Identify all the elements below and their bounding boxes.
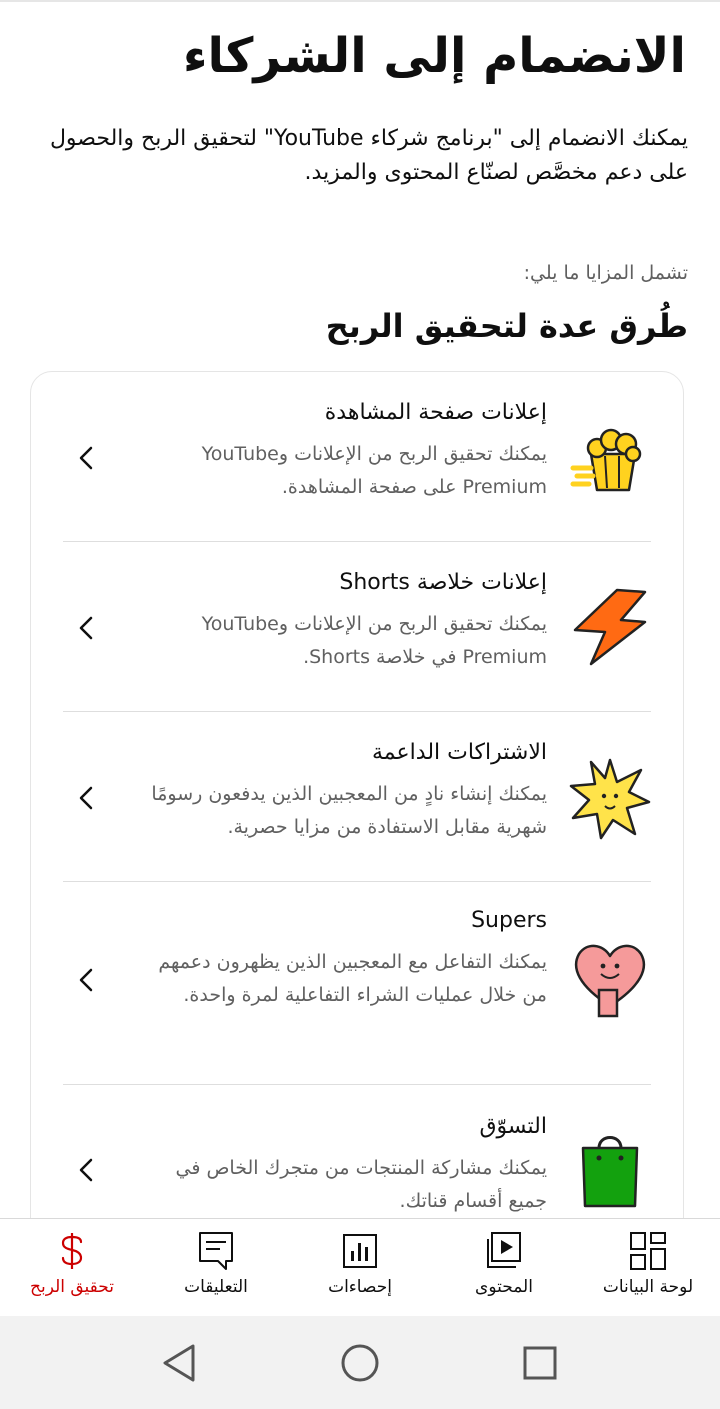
lightning-icon: [573, 588, 647, 666]
back-icon[interactable]: [159, 1342, 201, 1384]
chevron-left-icon: [79, 968, 93, 992]
item-description: يمكنك إنشاء نادٍ من المعجبين الذين يدفعو…: [151, 783, 547, 838]
heart-character-icon: [574, 944, 646, 1018]
chevron-left-icon: [79, 1158, 93, 1182]
chevron-left-icon: [79, 786, 93, 810]
item-description: يمكنك التفاعل مع المعجبين الذين يظهرون د…: [158, 951, 547, 1006]
list-item-shorts-ads[interactable]: إعلانات خلاصة Shorts يمكنك تحقيق الربح م…: [63, 564, 651, 712]
item-title: إعلانات صفحة المشاهدة: [324, 400, 547, 425]
item-description: يمكنك تحقيق الربح من الإعلانات وYouTube …: [201, 613, 547, 668]
nav-comments[interactable]: التعليقات: [144, 1219, 288, 1315]
nav-dashboard[interactable]: لوحة البيانات: [576, 1219, 720, 1315]
bottom-navigation: لوحة البيانات المحتوى إحصاءات التعليقات: [0, 1218, 720, 1316]
benefits-card: إعلانات صفحة المشاهدة يمكنك تحقيق الربح …: [30, 371, 684, 1251]
chevron-left-icon: [79, 446, 93, 470]
star-burst-icon: [569, 758, 651, 840]
content-icon: [487, 1232, 521, 1268]
list-item-watch-page-ads[interactable]: إعلانات صفحة المشاهدة يمكنك تحقيق الربح …: [63, 394, 651, 542]
item-title: إعلانات خلاصة Shorts: [339, 570, 547, 595]
section-title: طُرق عدة لتحقيق الربح: [325, 307, 688, 345]
chevron-left-icon: [79, 616, 93, 640]
nav-analytics[interactable]: إحصاءات: [288, 1219, 432, 1315]
divider: [63, 541, 651, 542]
list-item-supers[interactable]: Supers يمكنك التفاعل مع المعجبين الذين ي…: [63, 906, 651, 1082]
nav-content[interactable]: المحتوى: [432, 1219, 576, 1315]
recents-icon[interactable]: [519, 1342, 561, 1384]
nav-earn[interactable]: تحقيق الربح: [0, 1219, 144, 1315]
divider: [63, 1084, 651, 1085]
list-item-memberships[interactable]: الاشتراكات الداعمة يمكنك إنشاء نادٍ من ا…: [63, 734, 651, 882]
benefits-label: تشمل المزايا ما يلي:: [523, 262, 688, 284]
item-title: الاشتراكات الداعمة: [372, 740, 547, 765]
dashboard-icon: [630, 1232, 666, 1270]
comments-icon: [199, 1232, 233, 1270]
shopping-bag-icon: [581, 1136, 639, 1208]
item-title: Supers: [471, 908, 547, 933]
divider: [63, 711, 651, 712]
analytics-icon: [343, 1234, 377, 1268]
intro-text: يمكنك الانضمام إلى "برنامج شركاء YouTube…: [49, 126, 688, 185]
system-navigation-bar: [0, 1316, 720, 1409]
nav-label: إحصاءات: [328, 1277, 392, 1297]
page-title: الانضمام إلى الشركاء: [182, 28, 686, 84]
top-divider: [0, 0, 720, 2]
item-title: التسوّق: [479, 1114, 547, 1139]
nav-label: التعليقات: [184, 1277, 248, 1297]
dollar-icon: [61, 1233, 83, 1269]
divider: [63, 881, 651, 882]
item-description: يمكنك مشاركة المنتجات من متجرك الخاص في …: [175, 1157, 547, 1212]
nav-label: المحتوى: [475, 1277, 533, 1297]
nav-label: تحقيق الربح: [29, 1277, 114, 1297]
popcorn-icon: [570, 428, 642, 492]
item-description: يمكنك تحقيق الربح من الإعلانات وYouTube …: [201, 443, 547, 498]
home-icon[interactable]: [339, 1342, 381, 1384]
nav-label: لوحة البيانات: [602, 1277, 694, 1297]
